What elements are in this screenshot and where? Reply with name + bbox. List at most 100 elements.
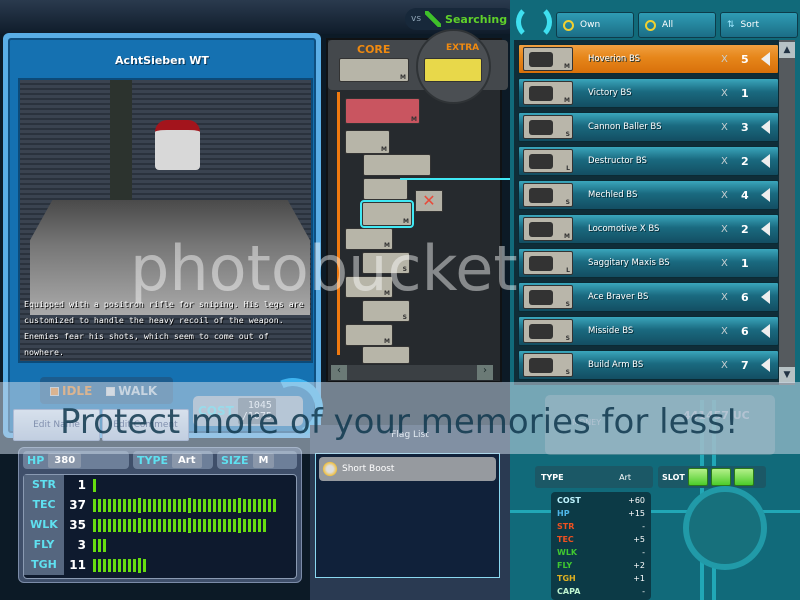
- tree-horizontal-scrollbar[interactable]: ‹ ›: [331, 365, 493, 380]
- stat-tick: [133, 518, 136, 532]
- edit-name-button[interactable]: Edit Name: [13, 409, 100, 441]
- parts-list: M Hoverion BS X 5 M Victory BS X 1 S Can…: [514, 40, 780, 385]
- inventory-item[interactable]: M Hoverion BS X 5: [518, 44, 779, 74]
- equip-arrow-icon[interactable]: [761, 324, 770, 338]
- stat-tick: [103, 518, 106, 532]
- part-slot[interactable]: [363, 154, 431, 176]
- scroll-down-button[interactable]: ▼: [779, 367, 795, 383]
- part-slot[interactable]: M: [345, 130, 390, 154]
- stat-row: FLY 3: [24, 535, 296, 555]
- part-thumbnail: S: [523, 115, 573, 139]
- equip-arrow-icon[interactable]: [761, 120, 770, 134]
- stat-tick: [138, 517, 141, 533]
- status-text: Searching: [445, 12, 508, 26]
- equip-arrow-icon[interactable]: [761, 52, 770, 66]
- part-name: Destructor BS: [588, 156, 647, 166]
- stat-tick: [218, 498, 221, 512]
- stat-tick: [213, 498, 216, 512]
- inventory-item[interactable]: S Cannon Baller BS X 3: [518, 112, 779, 142]
- cost-label: COST: [198, 404, 234, 418]
- money-value: 441457 UC: [683, 409, 750, 422]
- refresh-icon[interactable]: [516, 4, 552, 40]
- part-name: Misside BS: [588, 326, 634, 336]
- core-slot[interactable]: M: [339, 58, 409, 82]
- equip-arrow-icon[interactable]: [761, 154, 770, 168]
- equip-arrow-icon[interactable]: [761, 358, 770, 372]
- inventory-item[interactable]: S Mechled BS X 4: [518, 180, 779, 210]
- stat-tick: [243, 518, 246, 532]
- scroll-left-button[interactable]: ‹: [331, 365, 347, 380]
- list-scrollbar[interactable]: ▲ ▼: [779, 40, 795, 385]
- equip-arrow-icon[interactable]: [761, 222, 770, 236]
- selected-part-slot[interactable]: M: [360, 200, 414, 228]
- stat-tick: [128, 518, 131, 532]
- inventory-item[interactable]: M Locomotive X BS X 2: [518, 214, 779, 244]
- stats-panel: HP 380 TYPE Art SIZE M STR 1 TEC 37 WLK 35 FLY 3 TG…: [18, 447, 302, 583]
- vs-label: vs: [411, 14, 422, 24]
- stat-tick: [223, 498, 226, 512]
- stat-tick: [123, 498, 126, 512]
- part-name: Victory BS: [588, 88, 632, 98]
- boost-icon: [322, 461, 338, 477]
- flag-list-title: Flag List: [391, 430, 429, 440]
- stat-bars: STR 1 TEC 37 WLK 35 FLY 3 TGH 11: [23, 474, 297, 579]
- stat-row: TEC 37: [24, 495, 296, 515]
- inventory-item[interactable]: L Saggitary Maxis BS X 1: [518, 248, 779, 278]
- stat-tick: [93, 538, 96, 552]
- stat-tick: [98, 538, 101, 552]
- filter-all-button[interactable]: All: [638, 12, 716, 38]
- part-slot[interactable]: M: [345, 98, 420, 124]
- stat-tick: [188, 497, 191, 513]
- stat-tick: [248, 498, 251, 512]
- part-slot[interactable]: [362, 346, 410, 364]
- stat-tick: [263, 498, 266, 512]
- scroll-up-button[interactable]: ▲: [779, 42, 795, 58]
- part-slot[interactable]: [363, 178, 408, 200]
- money-label: MONEY: [572, 418, 602, 427]
- inventory-item[interactable]: M Victory BS X 1: [518, 78, 779, 108]
- inventory-item[interactable]: S Ace Braver BS X 6: [518, 282, 779, 312]
- inventory-item[interactable]: L Destructor BS X 2: [518, 146, 779, 176]
- flag-item[interactable]: Short Boost: [319, 457, 496, 481]
- part-slot[interactable]: M: [345, 276, 393, 298]
- stat-bar: [93, 557, 146, 573]
- sort-button[interactable]: ⇅ Sort: [720, 12, 798, 38]
- part-name: Cannon Baller BS: [588, 122, 662, 132]
- tab-core[interactable]: CORE: [357, 43, 390, 56]
- part-slot[interactable]: S: [362, 300, 410, 322]
- stat-tick: [148, 498, 151, 512]
- part-slot[interactable]: M: [345, 324, 393, 346]
- idle-toggle[interactable]: IDLE: [50, 384, 92, 398]
- part-slot[interactable]: M: [345, 228, 393, 250]
- stat-label: FLY: [24, 535, 64, 555]
- stat-tick: [153, 498, 156, 512]
- stat-tick: [173, 498, 176, 512]
- walk-toggle[interactable]: WALK: [106, 384, 157, 398]
- animation-toggle: IDLE WALK: [40, 377, 173, 404]
- stat-tick: [123, 558, 126, 572]
- remove-part-button[interactable]: ✕: [415, 190, 443, 212]
- inventory-item[interactable]: S Build Arm BS X 7: [518, 350, 779, 380]
- stat-tick: [158, 498, 161, 512]
- part-slot[interactable]: S: [362, 252, 410, 274]
- part-thumbnail: L: [523, 149, 573, 173]
- edit-comment-button[interactable]: Edit Comment: [102, 409, 189, 441]
- inventory-item[interactable]: S Misside BS X 6: [518, 316, 779, 346]
- part-thumbnail: L: [523, 251, 573, 275]
- sort-icon: ⇅: [727, 20, 735, 30]
- part-type: TYPE Art: [535, 466, 653, 488]
- stat-tick: [158, 518, 161, 532]
- equip-arrow-icon[interactable]: [761, 188, 770, 202]
- scroll-right-button[interactable]: ›: [477, 365, 493, 380]
- part-name: Mechled BS: [588, 190, 638, 200]
- multiply-icon: X: [721, 359, 728, 371]
- stat-value: 35: [69, 518, 86, 532]
- stat-tick: [258, 518, 261, 532]
- equip-arrow-icon[interactable]: [761, 290, 770, 304]
- stat-tick: [118, 518, 121, 532]
- stat-tick: [168, 498, 171, 512]
- filter-own-button[interactable]: Own: [556, 12, 634, 38]
- extra-weapon-slot[interactable]: [424, 58, 482, 82]
- confirm-dial[interactable]: [683, 486, 767, 570]
- multiply-icon: X: [721, 291, 728, 303]
